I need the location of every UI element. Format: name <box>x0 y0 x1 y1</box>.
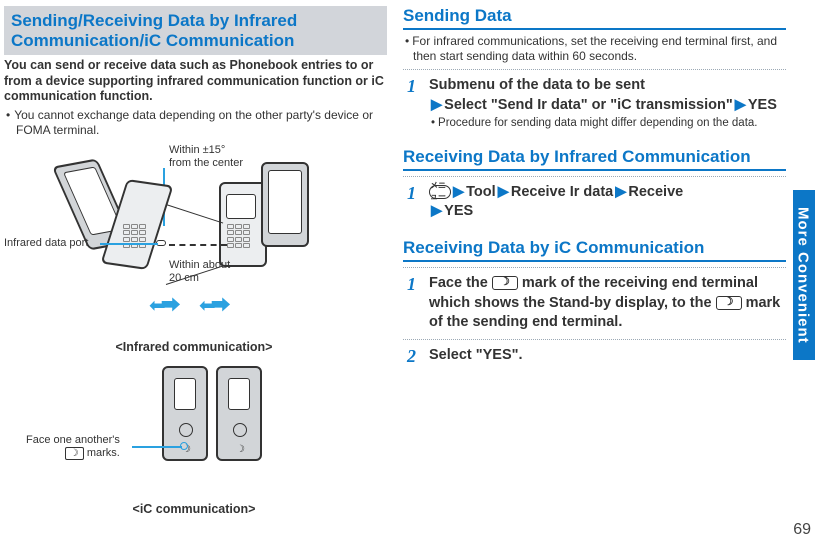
heading-recv-ir: Receiving Data by Infrared Communication <box>403 147 786 171</box>
recv-ir-step-1: 1 メニュー▶Tool▶Receive Ir data▶Receive▶YES <box>407 183 786 222</box>
step-text: Select "YES". <box>429 346 523 367</box>
diagram2-caption: <iC communication> <box>4 502 384 516</box>
sending-note: For infrared communications, set the rec… <box>403 34 786 64</box>
step-text: メニュー▶Tool▶Receive Ir data▶Receive▶YES <box>429 183 683 222</box>
side-tab-label: More Convenient <box>793 165 813 385</box>
heading-recv-ic: Receiving Data by iC Communication <box>403 238 786 262</box>
menu-icon: メニュー <box>429 185 451 199</box>
ic-diagram: ☽ ☽ Face one another's ☽ marks. <iC comm… <box>4 358 384 516</box>
moon-mark-icon: ☽ <box>65 447 84 461</box>
distance-label: Within about 20 cm <box>169 259 239 284</box>
angle-line1: Within ±15° <box>169 144 225 156</box>
right-column: Sending Data For infrared communications… <box>395 0 790 543</box>
infrared-diagram: Within ±15° from the center <box>4 144 384 354</box>
face-label: Face one another's ☽ marks. <box>26 434 120 460</box>
s1-c: YES <box>748 97 777 113</box>
recv-ic-step-2: 2 Select "YES". <box>407 346 786 367</box>
recv-ic-step-1: 1 Face the ☽ mark of the receiving end t… <box>407 274 786 333</box>
step-number: 2 <box>407 346 421 367</box>
page-number: 69 <box>793 521 811 539</box>
s2-b: Receive Ir data <box>511 184 613 200</box>
intro-text: You can send or receive data such as Pho… <box>4 58 387 105</box>
ic-mark-icon: ☽ <box>716 296 742 310</box>
s3-a: Face the <box>429 275 488 291</box>
step-text: Face the ☽ mark of the receiving end ter… <box>429 274 786 333</box>
phone-back-right: ☽ <box>216 366 262 461</box>
s2-c: Receive <box>628 184 683 200</box>
step-number: 1 <box>407 183 421 222</box>
face-label-1: Face one another's <box>26 434 120 446</box>
s2-a: Tool <box>466 184 496 200</box>
step-text: Submenu of the data to be sent ▶Select "… <box>429 76 777 131</box>
sending-step-1: 1 Submenu of the data to be sent ▶Select… <box>407 76 786 131</box>
s2-d: YES <box>444 203 473 219</box>
distance-arrows-2: ⬅⮕ <box>199 289 226 318</box>
page-root: Sending/Receiving Data by Infrared Commu… <box>0 0 815 543</box>
step-number: 1 <box>407 274 421 333</box>
side-tab-text: More Convenient <box>795 207 812 344</box>
s1-b: Select "Send Ir data" or "iC transmissio… <box>444 97 733 113</box>
section-header-box: Sending/Receiving Data by Infrared Commu… <box>4 6 387 55</box>
intro-bullet: You cannot exchange data depending on th… <box>4 108 387 138</box>
distance-arrows: ⬅⮕ <box>149 289 176 318</box>
step-number: 1 <box>407 76 421 131</box>
s1-a: Submenu of the data to be sent <box>429 77 645 93</box>
section-title: Sending/Receiving Data by Infrared Commu… <box>11 11 380 50</box>
face-label-2: marks. <box>87 447 120 459</box>
phone-left <box>69 162 164 292</box>
ic-mark-icon: ☽ <box>492 276 518 290</box>
heading-sending: Sending Data <box>403 6 786 30</box>
s1-subnote: Procedure for sending data might differ … <box>429 117 777 131</box>
left-column: Sending/Receiving Data by Infrared Commu… <box>0 0 395 543</box>
port-label: Infrared data port <box>4 237 88 250</box>
diagram1-caption: <Infrared communication> <box>4 340 384 354</box>
